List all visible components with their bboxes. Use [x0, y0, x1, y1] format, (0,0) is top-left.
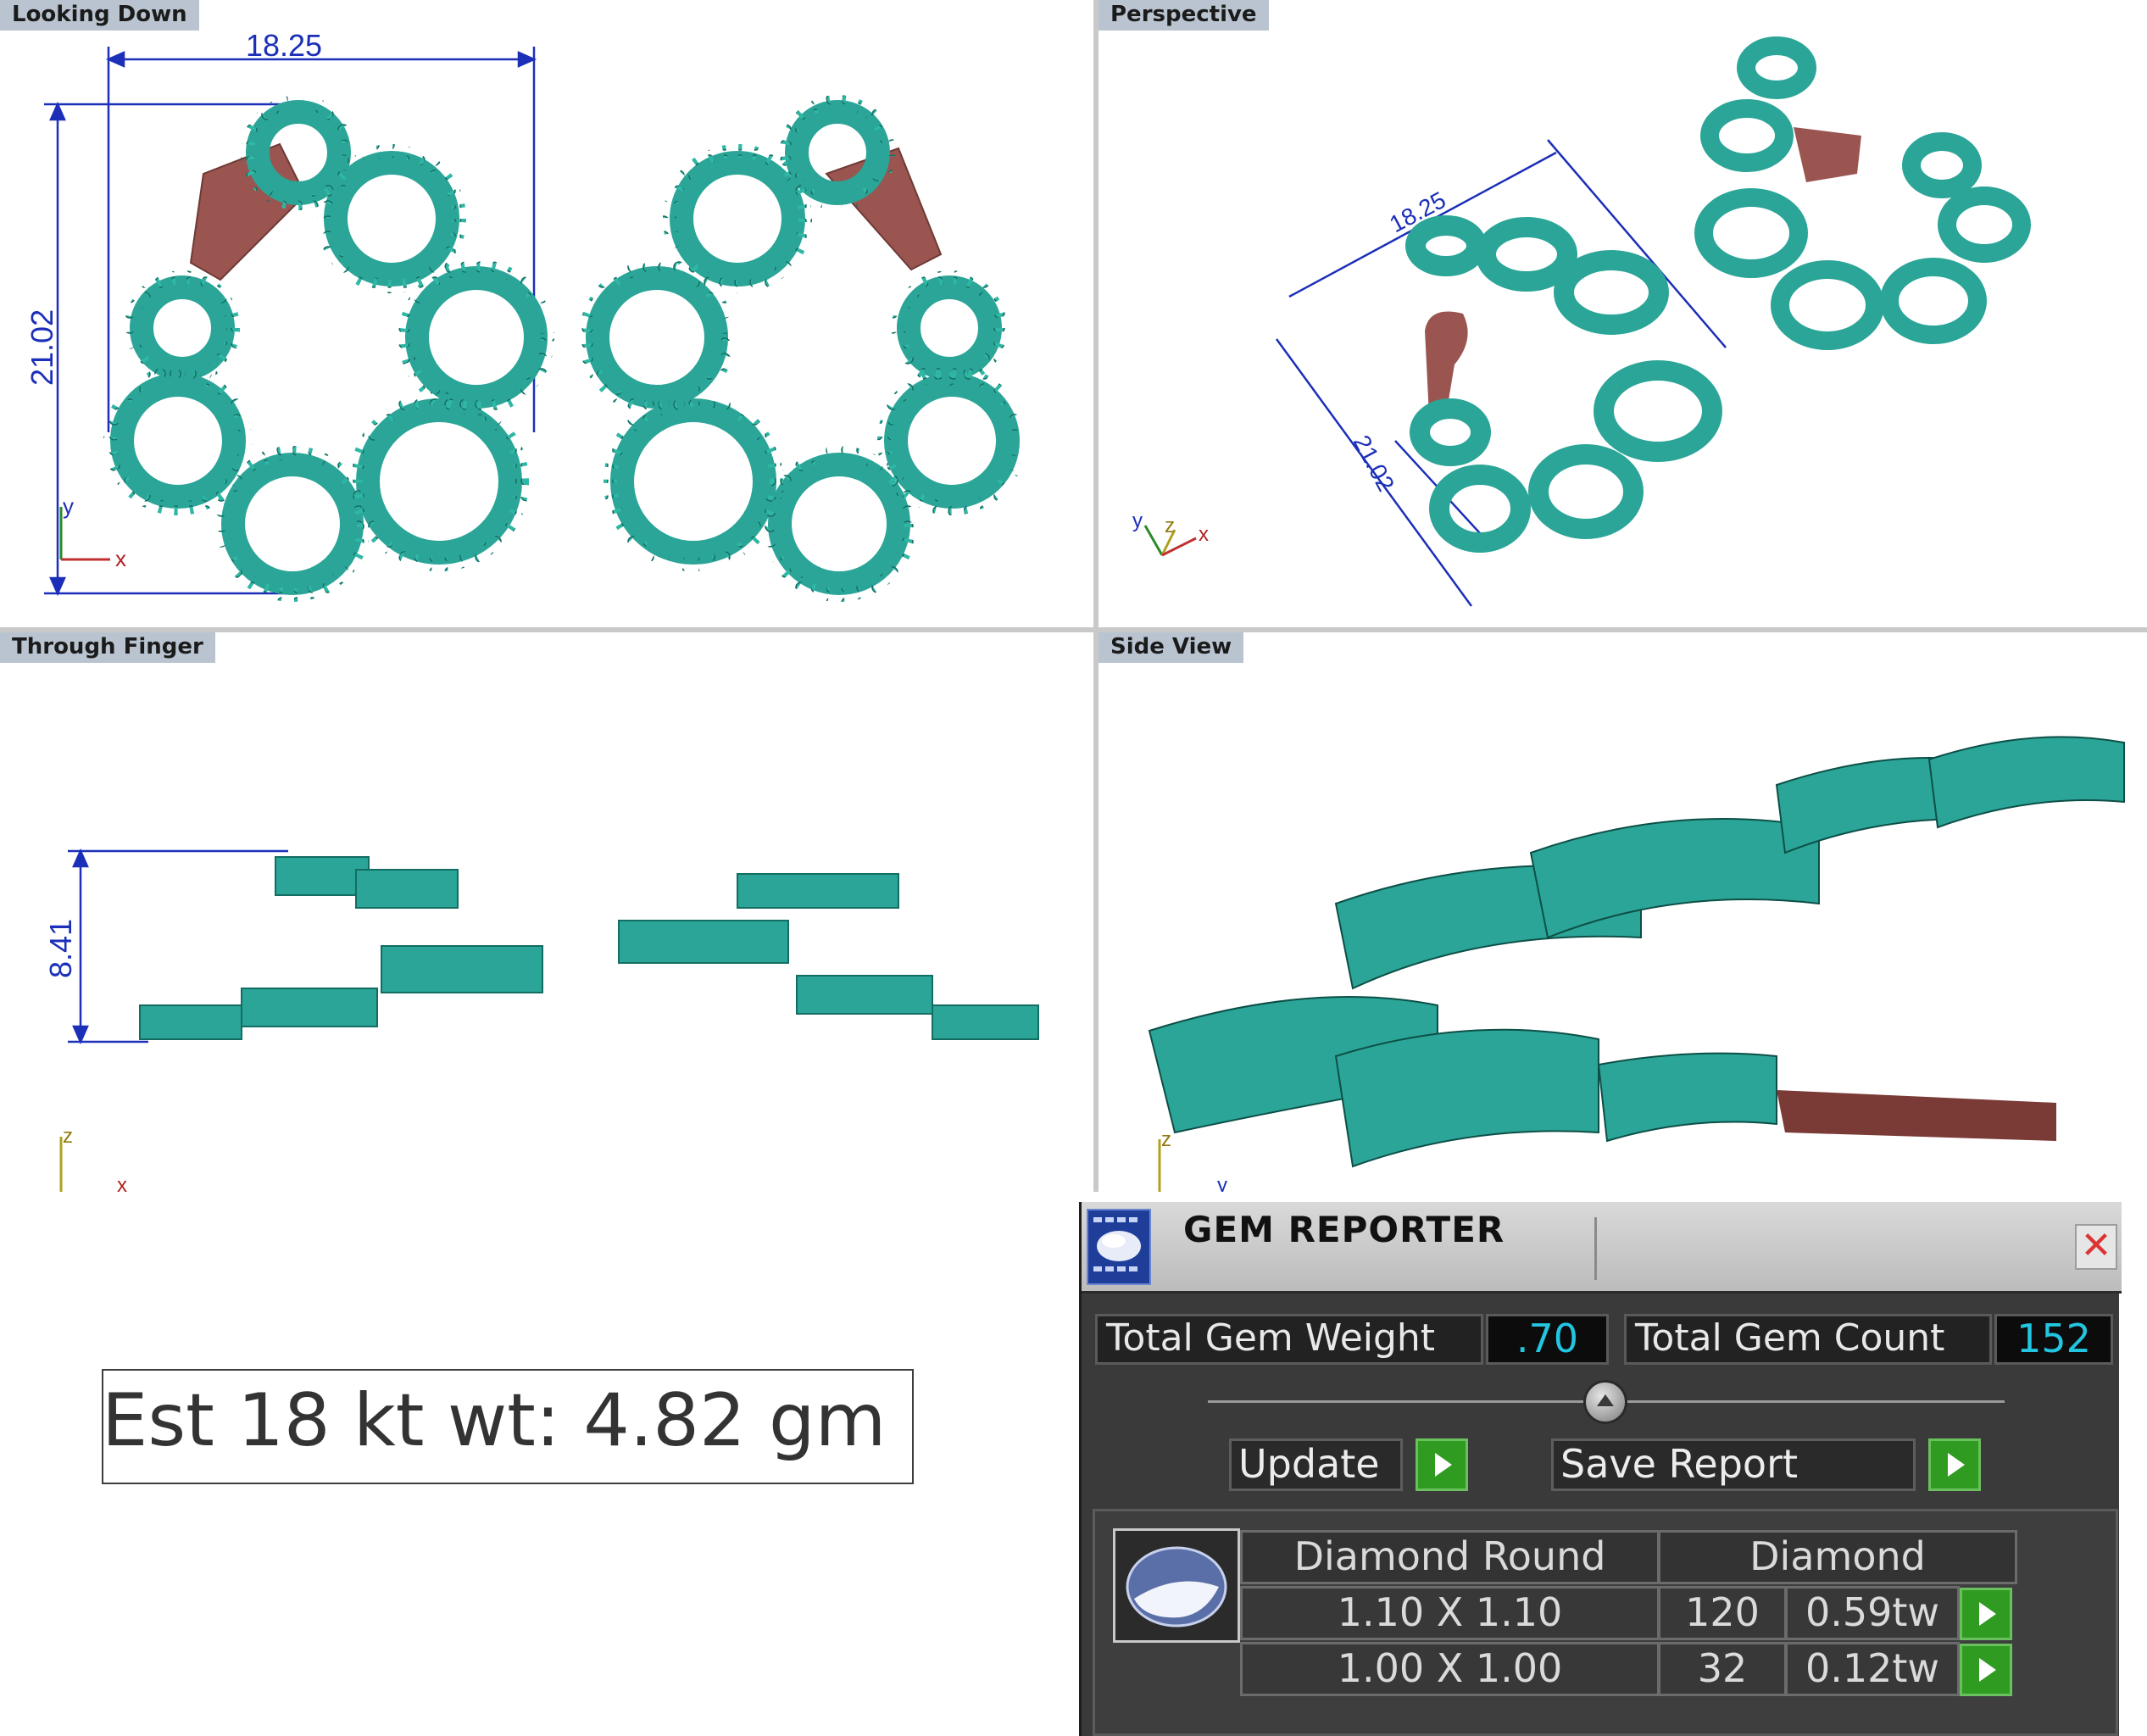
- metal-weight-box: Est 18 kt wt: 4.82 gm: [102, 1369, 914, 1484]
- axis-indicator: y x: [59, 493, 126, 571]
- viewport-title[interactable]: Through Finger: [0, 632, 215, 663]
- perspective-scene: 18.25 21.02 y z x: [1132, 36, 2031, 607]
- dimension-lines: [44, 47, 537, 597]
- save-report-button[interactable]: Save Report: [1551, 1438, 1916, 1491]
- total-gem-count-label: Total Gem Count: [1624, 1314, 1992, 1365]
- gem-thumbnail[interactable]: [1113, 1528, 1240, 1643]
- dimension-height-label: 21.02: [25, 309, 59, 386]
- through-finger-scene: 8.41 z x: [43, 848, 1039, 1192]
- titlebar-divider: [1594, 1217, 1597, 1280]
- table-row-count: 120: [1658, 1586, 1787, 1640]
- ring-cluster-right: [618, 873, 1039, 1040]
- table-row-size: 1.10 X 1.10: [1240, 1586, 1660, 1640]
- axis-y-label: y: [1217, 1174, 1227, 1192]
- axis-x-label: x: [1199, 523, 1209, 546]
- ring-cluster-back: [1694, 36, 2031, 350]
- update-button[interactable]: Update: [1229, 1438, 1403, 1491]
- viewport-title[interactable]: Perspective: [1099, 0, 1269, 31]
- collapse-toggle-button[interactable]: [1583, 1380, 1627, 1424]
- total-gem-count-value: 152: [1994, 1314, 2113, 1365]
- axis-x-label: x: [115, 546, 126, 571]
- total-gem-weight-label: Total Gem Weight: [1095, 1314, 1483, 1365]
- table-row-weight: 0.59tw: [1785, 1586, 1960, 1640]
- dimension-width-label: 18.25: [246, 28, 322, 63]
- viewport-divider-vertical[interactable]: [1093, 0, 1099, 1192]
- gem-reporter-logo-icon: [1087, 1209, 1151, 1285]
- table-row-size: 1.00 X 1.00: [1240, 1642, 1660, 1696]
- side-view-scene: z y: [1148, 736, 2125, 1192]
- axis-y-label: y: [63, 493, 74, 519]
- viewport-title[interactable]: Looking Down: [0, 0, 199, 31]
- viewport-side-view[interactable]: Side View z y: [1099, 632, 2147, 1192]
- axis-z-label: z: [1161, 1128, 1171, 1151]
- axis-x-label: x: [117, 1174, 127, 1192]
- table-row-weight: 0.12tw: [1785, 1642, 1960, 1696]
- viewport-through-finger[interactable]: Through Finger 8.41 z x: [0, 632, 1093, 1192]
- total-gem-weight-value: .70: [1486, 1314, 1609, 1365]
- save-report-run-icon[interactable]: [1928, 1438, 1981, 1491]
- gem-reporter-title: GEM REPORTER: [1183, 1209, 1505, 1250]
- row-select-icon[interactable]: [1960, 1588, 2012, 1640]
- axis-indicator: y z x: [1132, 509, 1209, 557]
- viewport-title[interactable]: Side View: [1099, 632, 1244, 663]
- dimension-height-label: 8.41: [43, 919, 78, 978]
- link-bar: [1777, 1090, 2056, 1141]
- viewport-perspective[interactable]: Perspective 18.25 21.02 y z x: [1099, 0, 2147, 627]
- axis-indicator: z x: [59, 1125, 127, 1192]
- link-bar: [1794, 127, 1861, 182]
- table-header-shape: Diamond Round: [1240, 1530, 1660, 1584]
- chevron-up-icon: [1597, 1394, 1614, 1406]
- dimension-height-label: 21.02: [1349, 431, 1399, 495]
- looking-down-scene: 18.25 21.02 y x: [25, 28, 1026, 602]
- close-button[interactable]: ✕: [2075, 1224, 2117, 1270]
- ring-cluster-left: [110, 100, 548, 595]
- round-diamond-icon: [1126, 1546, 1227, 1628]
- ring-cluster-front: [1405, 215, 1722, 553]
- gem-reporter-titlebar[interactable]: GEM REPORTER ✕: [1082, 1202, 2122, 1294]
- axis-z-label: z: [63, 1125, 73, 1148]
- axis-indicator: z y: [1158, 1128, 1227, 1192]
- update-run-icon[interactable]: [1416, 1438, 1468, 1491]
- row-select-icon[interactable]: [1960, 1644, 2012, 1696]
- ring-cluster-left: [139, 856, 543, 1040]
- axis-z-label: z: [1165, 515, 1175, 537]
- table-row-count: 32: [1658, 1642, 1787, 1696]
- viewport-divider-horizontal[interactable]: [0, 627, 2147, 632]
- metal-weight-label: Est 18 kt wt: 4.82 gm: [102, 1378, 887, 1463]
- viewport-looking-down[interactable]: Looking Down 18.25 21.02 y x: [0, 0, 1093, 627]
- axis-y-label: y: [1132, 509, 1143, 532]
- table-header-material: Diamond: [1658, 1530, 2017, 1584]
